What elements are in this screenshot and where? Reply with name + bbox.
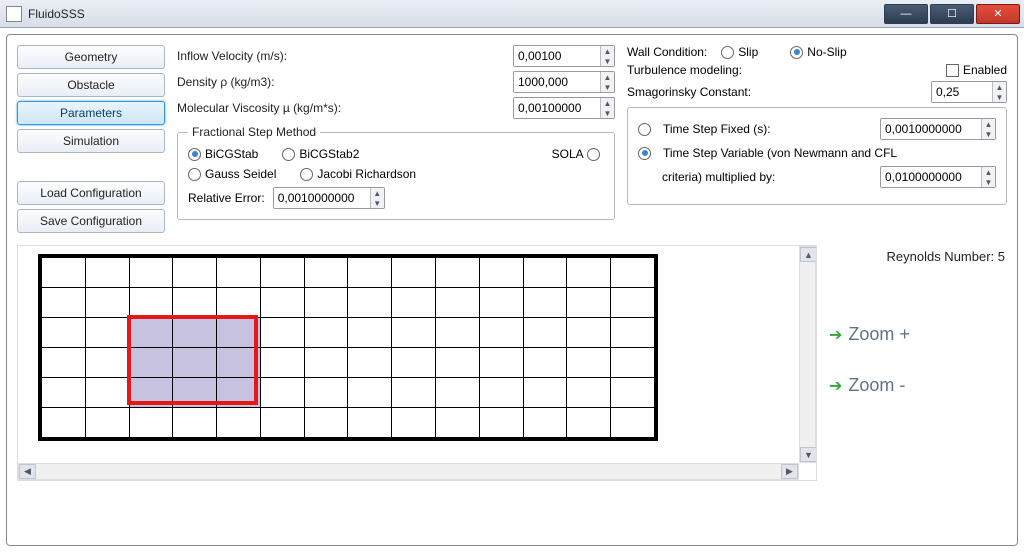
right-panel: Wall Condition: Slip No-Slip Turbulence …	[627, 45, 1007, 233]
maximize-button[interactable]: ☐	[930, 4, 974, 24]
checkbox-turbulence-enabled[interactable]: Enabled	[946, 63, 1007, 77]
stepper-up-icon[interactable]: ▲	[982, 167, 995, 177]
stepper-down-icon[interactable]: ▼	[371, 198, 384, 208]
timestep-variable-label2: criteria) multiplied by:	[662, 170, 872, 184]
obstacle-button[interactable]: Obstacle	[17, 73, 165, 97]
radio-gauss-seidel[interactable]: Gauss Seidel	[188, 167, 276, 181]
scroll-left-icon[interactable]: ◀	[19, 464, 36, 479]
stepper-down-icon[interactable]: ▼	[601, 108, 614, 118]
inflow-velocity-input[interactable]	[514, 46, 600, 66]
stepper-up-icon[interactable]: ▲	[601, 98, 614, 108]
inflow-velocity-stepper[interactable]: ▲▼	[513, 45, 615, 67]
stepper-down-icon[interactable]: ▼	[993, 92, 1006, 102]
zoom-panel: Reynolds Number: 5 ➔ Zoom + ➔ Zoom -	[827, 245, 1007, 481]
viscosity-input[interactable]	[514, 98, 600, 118]
viscosity-stepper[interactable]: ▲▼	[513, 97, 615, 119]
timestep-variable-label1: Time Step Variable (von Newmann and CFL	[663, 146, 996, 160]
arrow-right-icon: ➔	[829, 325, 842, 345]
stepper-down-icon[interactable]: ▼	[601, 56, 614, 66]
smagorinsky-input[interactable]	[932, 82, 992, 102]
smagorinsky-label: Smagorinsky Constant:	[627, 85, 751, 99]
stepper-down-icon[interactable]: ▼	[601, 82, 614, 92]
radio-slip[interactable]: Slip	[721, 45, 758, 59]
radio-jacobi-richardson[interactable]: Jacobi Richardson	[300, 167, 416, 181]
simulation-button[interactable]: Simulation	[17, 129, 165, 153]
vertical-scrollbar[interactable]: ▲ ▼	[799, 246, 816, 463]
density-stepper[interactable]: ▲▼	[513, 71, 615, 93]
timestep-fixed-label: Time Step Fixed (s):	[663, 122, 872, 136]
geometry-button[interactable]: Geometry	[17, 45, 165, 69]
fractional-step-method-group: Fractional Step Method BiCGStab BiCGStab…	[177, 125, 615, 220]
relative-error-input[interactable]	[274, 188, 370, 208]
timestep-variable-input[interactable]	[881, 167, 981, 187]
save-configuration-button[interactable]: Save Configuration	[17, 209, 165, 233]
zoom-in-button[interactable]: ➔ Zoom +	[829, 324, 1005, 345]
window-title: FluidoSSS	[28, 7, 85, 21]
window-titlebar: FluidoSSS — ☐ ✕	[0, 0, 1024, 28]
stepper-up-icon[interactable]: ▲	[371, 188, 384, 198]
radio-sola[interactable]: SOLA	[552, 147, 604, 161]
viscosity-label: Molecular Viscosity µ (kg/m*s):	[177, 101, 367, 115]
relative-error-stepper[interactable]: ▲▼	[273, 187, 385, 209]
stepper-down-icon[interactable]: ▼	[982, 177, 995, 187]
scroll-down-icon[interactable]: ▼	[800, 447, 817, 462]
fsm-legend: Fractional Step Method	[188, 125, 320, 139]
timestep-fixed-stepper[interactable]: ▲▼	[880, 118, 996, 140]
radio-bicgstab2[interactable]: BiCGStab2	[282, 147, 359, 161]
stepper-up-icon[interactable]: ▲	[982, 119, 995, 129]
inflow-velocity-label: Inflow Velocity (m/s):	[177, 49, 367, 63]
scroll-up-icon[interactable]: ▲	[800, 247, 817, 262]
stepper-up-icon[interactable]: ▲	[601, 46, 614, 56]
density-input[interactable]	[514, 72, 600, 92]
smagorinsky-stepper[interactable]: ▲▼	[931, 81, 1007, 103]
radio-bicgstab[interactable]: BiCGStab	[188, 147, 258, 161]
scroll-right-icon[interactable]: ▶	[781, 464, 798, 479]
close-button[interactable]: ✕	[976, 4, 1020, 24]
reynolds-number-label: Reynolds Number: 5	[829, 249, 1005, 264]
relative-error-label: Relative Error:	[188, 191, 265, 205]
grid-viewport[interactable]: ▲ ▼ ◀ ▶	[17, 245, 817, 481]
sidebar: Geometry Obstacle Parameters Simulation …	[17, 45, 165, 233]
stepper-up-icon[interactable]: ▲	[993, 82, 1006, 92]
grid-canvas	[38, 254, 658, 441]
horizontal-scrollbar[interactable]: ◀ ▶	[18, 463, 799, 480]
timestep-group: Time Step Fixed (s): ▲▼ Time Step Variab…	[627, 107, 1007, 205]
timestep-variable-stepper[interactable]: ▲▼	[880, 166, 996, 188]
load-configuration-button[interactable]: Load Configuration	[17, 181, 165, 205]
zoom-out-button[interactable]: ➔ Zoom -	[829, 375, 1005, 396]
parameters-panel: Inflow Velocity (m/s): ▲▼ Density ρ (kg/…	[177, 45, 615, 233]
wall-condition-label: Wall Condition:	[627, 45, 707, 59]
radio-timestep-fixed[interactable]	[638, 123, 655, 136]
density-label: Density ρ (kg/m3):	[177, 75, 367, 89]
app-icon	[6, 6, 22, 22]
radio-timestep-variable[interactable]	[638, 147, 655, 160]
radio-noslip[interactable]: No-Slip	[790, 45, 846, 59]
stepper-down-icon[interactable]: ▼	[982, 129, 995, 139]
arrow-right-icon: ➔	[829, 376, 842, 396]
parameters-button[interactable]: Parameters	[17, 101, 165, 125]
minimize-button[interactable]: —	[884, 4, 928, 24]
timestep-fixed-input[interactable]	[881, 119, 981, 139]
turbulence-modeling-label: Turbulence modeling:	[627, 63, 742, 77]
stepper-up-icon[interactable]: ▲	[601, 72, 614, 82]
